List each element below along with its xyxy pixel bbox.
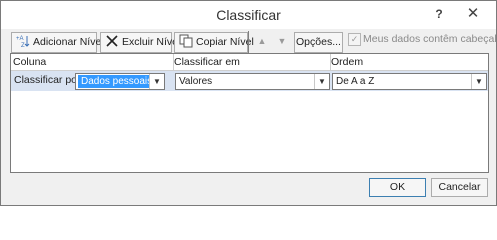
- svg-text:Z: Z: [21, 43, 25, 48]
- chevron-down-icon[interactable]: ▼: [314, 74, 329, 89]
- headers-checkbox[interactable]: ✓: [348, 33, 361, 46]
- title-bar: Classificar ? ✕: [1, 1, 496, 29]
- sort-dialog: Classificar ? ✕ +A Z Adicionar Nível Exc…: [0, 0, 497, 206]
- help-button[interactable]: ?: [425, 3, 453, 25]
- ok-button[interactable]: OK: [369, 178, 426, 197]
- copy-icon: [179, 34, 193, 48]
- toolbar-divider: [248, 31, 249, 53]
- column-header: Coluna: [11, 54, 174, 71]
- chevron-down-icon[interactable]: ▼: [149, 74, 164, 89]
- dialog-title: Classificar: [216, 7, 281, 23]
- column-select[interactable]: Dados pessoais ▼: [75, 73, 165, 90]
- delete-x-icon: [105, 34, 119, 48]
- sort-on-select-value: Valores: [179, 76, 213, 87]
- sort-by-label: Classificar por: [14, 74, 81, 86]
- headers-checkbox-label: Meus dados contêm cabeçalhos: [363, 33, 497, 45]
- sort-on-header: Classificar em: [172, 54, 331, 71]
- cancel-button[interactable]: Cancelar: [431, 178, 488, 197]
- options-button[interactable]: Opções...: [294, 32, 343, 53]
- move-up-icon[interactable]: ▲: [255, 36, 269, 48]
- close-button[interactable]: ✕: [459, 3, 487, 25]
- copy-level-button[interactable]: Copiar Nível: [174, 32, 254, 53]
- column-select-value: Dados pessoais: [78, 75, 156, 88]
- sort-on-select[interactable]: Valores ▼: [175, 73, 330, 90]
- chevron-down-icon[interactable]: ▼: [471, 74, 486, 89]
- sort-level-row[interactable]: Classificar por Dados pessoais ▼ Valores…: [11, 71, 488, 91]
- sort-levels-grid: Coluna Classificar em Ordem Classificar …: [10, 53, 489, 173]
- move-down-icon[interactable]: ▼: [275, 36, 289, 48]
- delete-level-label: Excluir Nível: [122, 36, 181, 48]
- add-level-label: Adicionar Nível: [33, 36, 104, 48]
- delete-level-button[interactable]: Excluir Nível: [100, 32, 180, 53]
- order-select-value: De A a Z: [336, 76, 375, 87]
- svg-text:+A: +A: [16, 36, 24, 42]
- order-select[interactable]: De A a Z ▼: [332, 73, 487, 90]
- add-level-button[interactable]: +A Z Adicionar Nível: [11, 32, 104, 53]
- copy-level-label: Copiar Nível: [196, 36, 254, 48]
- add-level-icon: +A Z: [16, 34, 30, 49]
- order-header: Ordem: [329, 54, 488, 71]
